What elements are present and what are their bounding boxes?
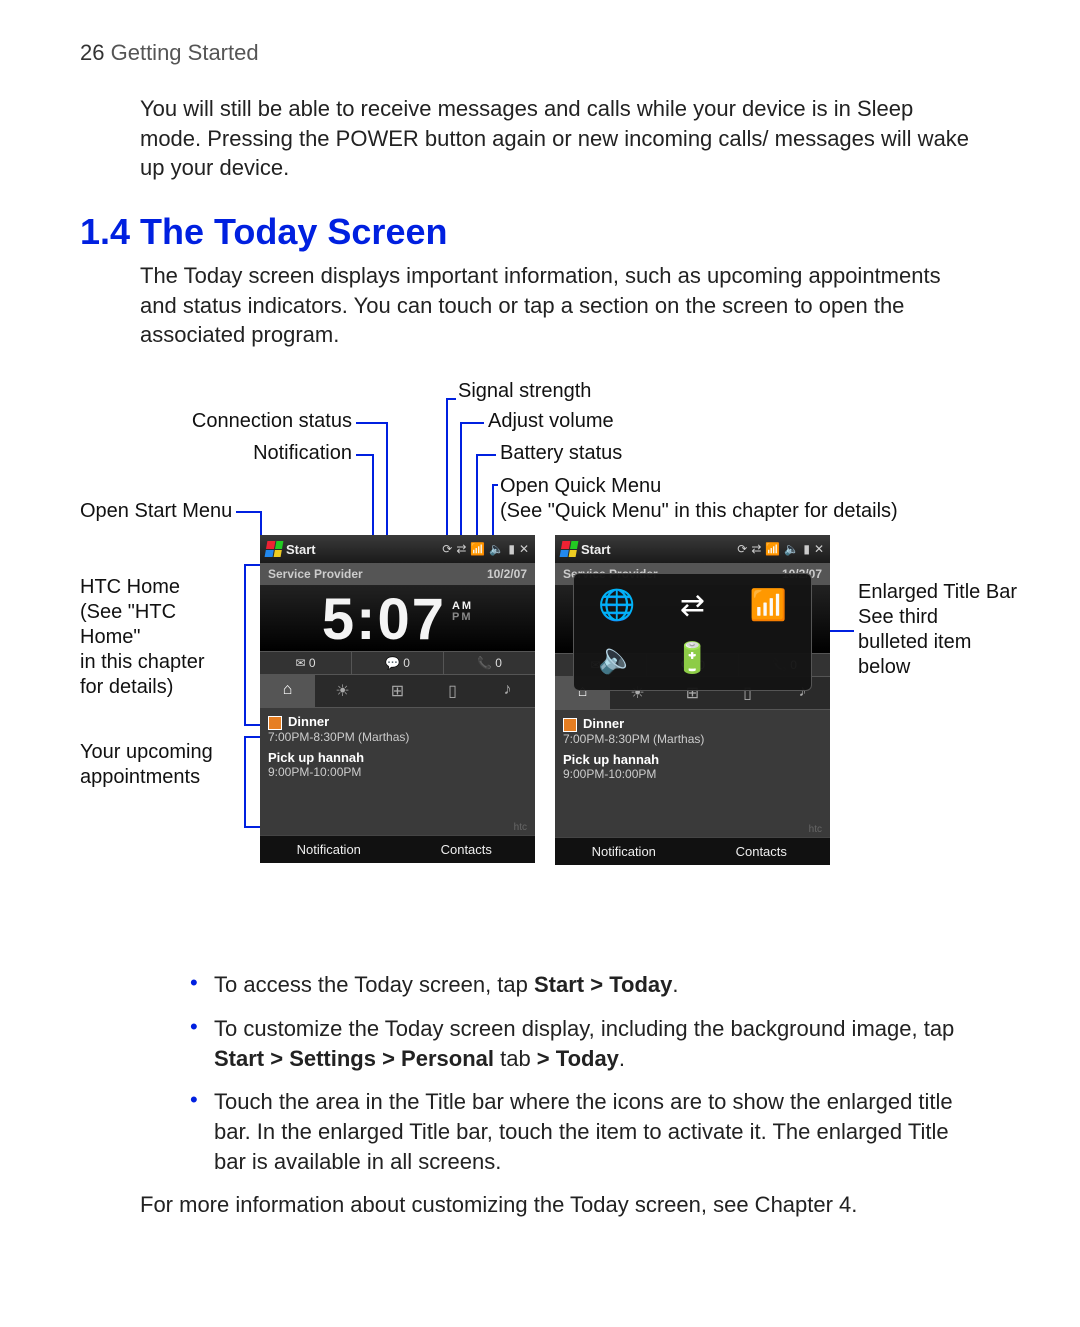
- softkey-right: Contacts: [693, 838, 831, 865]
- htc-logo: htc: [260, 820, 535, 835]
- bullet-item: Touch the area in the Title bar where th…: [190, 1087, 980, 1176]
- leader-line: [446, 398, 448, 536]
- quick-menu-icon: ✕: [814, 542, 824, 556]
- overlay-battery-icon: 🔋: [674, 641, 711, 676]
- clock-time: 5:07: [322, 591, 446, 649]
- volume-icon: 🔈: [489, 542, 504, 556]
- softkey-bar: Notification Contacts: [260, 835, 535, 863]
- leader-line: [476, 454, 478, 536]
- callout-adjust-volume: Adjust volume: [488, 410, 614, 433]
- leader-line: [244, 724, 260, 726]
- callout-signal-strength: Signal strength: [458, 380, 591, 403]
- title-bar: Start ⟳ ⇄ 📶 🔈 ▮ ✕: [555, 535, 830, 563]
- windows-flag-icon: [560, 541, 579, 557]
- bullet-item: To customize the Today screen display, i…: [190, 1014, 980, 1073]
- start-label: Start: [286, 542, 316, 557]
- bullet-list: To access the Today screen, tap Start > …: [190, 970, 980, 1176]
- mail-count: ✉ 0: [260, 652, 352, 674]
- overlay-data-icon: ⇄: [680, 588, 705, 623]
- leader-line: [476, 454, 496, 456]
- callout-open-start-menu: Open Start Menu: [80, 500, 232, 523]
- callout-open-quick-menu: Open Quick Menu (See "Quick Menu" in thi…: [500, 474, 1000, 524]
- tab-home: ⌂: [260, 675, 315, 707]
- start-label: Start: [581, 542, 611, 557]
- tab-phone: ▯: [425, 675, 480, 707]
- today-screen-diagram: Signal strength Connection status Adjust…: [80, 380, 1010, 940]
- chapter-title: Getting Started: [111, 40, 259, 65]
- leader-line: [372, 454, 374, 536]
- service-provider: Service Provider: [268, 567, 363, 581]
- callout-upcoming-appointments: Your upcoming appointments: [80, 740, 240, 790]
- leader-line: [244, 736, 260, 738]
- upcoming-appointments: Dinner 7:00PM-8:30PM (Marthas) Pick up h…: [260, 708, 535, 820]
- leader-line: [244, 736, 246, 826]
- leader-line: [492, 484, 494, 536]
- section-heading: 1.4 The Today Screen: [80, 211, 1000, 253]
- leader-line: [244, 564, 260, 566]
- leader-line: [356, 422, 386, 424]
- closing-paragraph: For more information about customizing t…: [140, 1190, 980, 1220]
- windows-flag-icon: [265, 541, 284, 557]
- tab-apps: ⊞: [370, 675, 425, 707]
- msg-count: 💬 0: [352, 652, 444, 674]
- overlay-signal-icon: 📶: [749, 588, 786, 623]
- callout-connection-status: Connection status: [180, 410, 352, 433]
- tab-weather: ☀: [315, 675, 370, 707]
- call-count: 📞 0: [444, 652, 535, 674]
- notification-icon: ⇄: [456, 542, 466, 556]
- page-number: 26: [80, 40, 104, 65]
- intro-paragraph: You will still be able to receive messag…: [140, 94, 980, 183]
- callout-enlarged-title-bar: Enlarged Title Bar See third bulleted it…: [858, 580, 1028, 680]
- battery-icon: ▮: [803, 542, 810, 556]
- leader-line: [386, 422, 388, 536]
- title-bar: Start ⟳ ⇄ 📶 🔈 ▮ ✕: [260, 535, 535, 563]
- overlay-connection-icon: 🌐: [598, 588, 635, 623]
- connection-icon: ⟳: [442, 542, 452, 556]
- leader-line: [460, 422, 484, 424]
- phone-screenshot-right: Start ⟳ ⇄ 📶 🔈 ▮ ✕ Service Provider 10/2/…: [555, 535, 830, 865]
- softkey-bar: Notification Contacts: [555, 837, 830, 865]
- leader-line: [244, 564, 246, 724]
- leader-line: [244, 826, 260, 828]
- leader-line: [460, 422, 462, 536]
- softkey-left: Notification: [260, 836, 398, 863]
- callout-notification: Notification: [242, 442, 352, 465]
- upcoming-appointments: Dinner 7:00PM-8:30PM (Marthas) Pick up h…: [555, 710, 830, 822]
- softkey-right: Contacts: [398, 836, 536, 863]
- leader-line: [446, 398, 456, 400]
- clock-panel: 5:07 AM PM: [260, 585, 535, 651]
- leader-line: [492, 484, 498, 486]
- callout-htc-home: HTC Home (See "HTC Home" in this chapter…: [80, 575, 240, 700]
- leader-line: [356, 454, 372, 456]
- notification-icon: ⇄: [751, 542, 761, 556]
- htc-logo: htc: [555, 822, 830, 837]
- connection-icon: ⟳: [737, 542, 747, 556]
- callout-battery-status: Battery status: [500, 442, 622, 465]
- section-paragraph: The Today screen displays important info…: [140, 261, 980, 350]
- provider-bar: Service Provider 10/2/07: [260, 563, 535, 585]
- counter-row: ✉ 0 💬 0 📞 0: [260, 651, 535, 675]
- page-header: 26 Getting Started: [80, 40, 1000, 66]
- quick-menu-icon: ✕: [519, 542, 529, 556]
- phone-screenshot-left: Start ⟳ ⇄ 📶 🔈 ▮ ✕ Service Provider 10/2/…: [260, 535, 535, 863]
- overlay-volume-icon: 🔈: [598, 641, 635, 676]
- calendar-icon: [563, 718, 577, 732]
- calendar-icon: [268, 716, 282, 730]
- date: 10/2/07: [487, 567, 527, 581]
- bullet-item: To access the Today screen, tap Start > …: [190, 970, 980, 1000]
- signal-icon: 📶: [765, 542, 780, 556]
- softkey-left: Notification: [555, 838, 693, 865]
- htc-home-tabs: ⌂ ☀ ⊞ ▯ ♪: [260, 675, 535, 708]
- tab-music: ♪: [480, 675, 535, 707]
- battery-icon: ▮: [508, 542, 515, 556]
- signal-icon: 📶: [470, 542, 485, 556]
- leader-line: [236, 511, 260, 513]
- volume-icon: 🔈: [784, 542, 799, 556]
- enlarged-title-bar-overlay: 🌐 ⇄ 📶 🔈 🔋: [573, 573, 812, 691]
